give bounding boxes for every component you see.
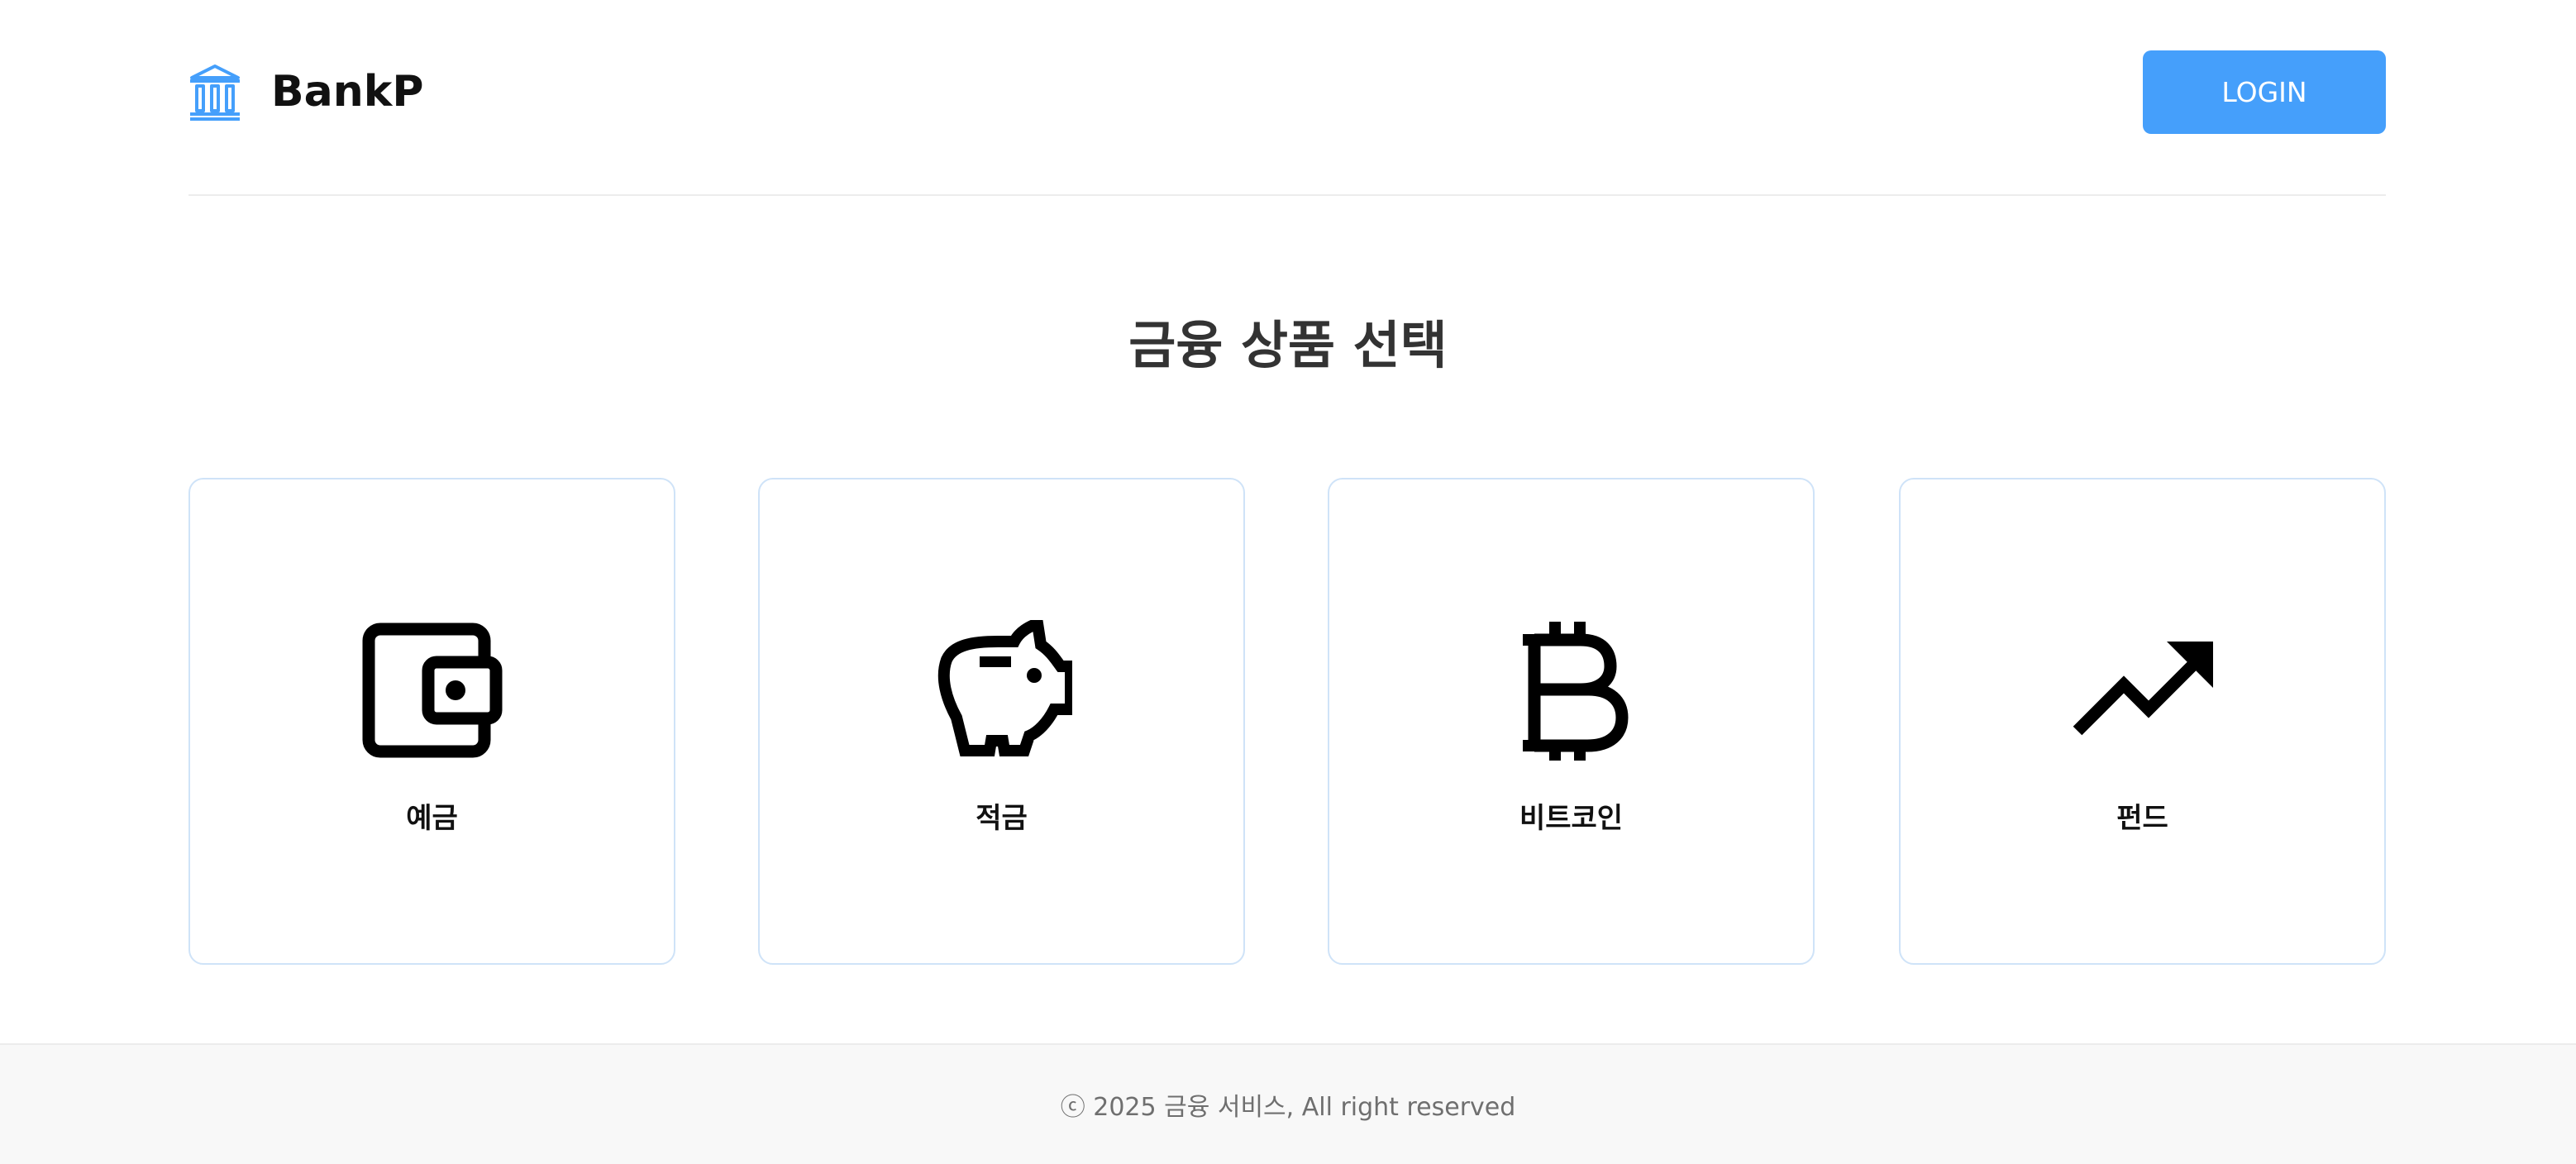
page-title: 금융 상품 선택 — [1128, 315, 1448, 375]
trending-up-icon — [2073, 620, 2213, 761]
product-label: 펀드 — [2116, 802, 2168, 835]
product-label: 비트코인 — [1519, 802, 1624, 835]
bank-icon — [190, 64, 240, 121]
site-header: BankP LOGIN — [188, 0, 2386, 196]
wallet-icon — [362, 620, 503, 761]
product-card-grid: 예금 적금 비트코인 펀드 — [188, 478, 2386, 965]
product-card-deposit[interactable]: 예금 — [188, 478, 675, 965]
product-label: 적금 — [976, 802, 1028, 835]
login-button[interactable]: LOGIN — [2143, 50, 2386, 134]
site-footer: ⓒ 2025 금융 서비스, All right reserved — [0, 1043, 2576, 1164]
product-label: 예금 — [406, 802, 458, 835]
piggy-bank-icon — [932, 620, 1072, 761]
brand-logo[interactable]: BankP — [188, 63, 423, 121]
bitcoin-icon — [1501, 620, 1642, 761]
brand-name: BankP — [271, 67, 424, 117]
product-card-fund[interactable]: 펀드 — [1899, 478, 2386, 965]
product-card-savings[interactable]: 적금 — [758, 478, 1245, 965]
copyright-text: ⓒ 2025 금융 서비스, All right reserved — [1060, 1093, 1516, 1122]
product-card-bitcoin[interactable]: 비트코인 — [1328, 478, 1815, 965]
